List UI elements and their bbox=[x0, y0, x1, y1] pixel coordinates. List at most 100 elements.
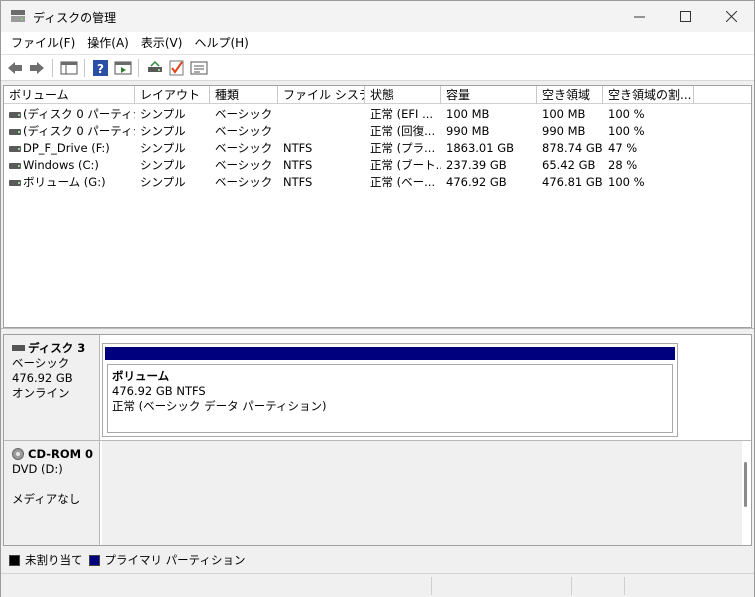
cdrom-row[interactable]: CD-ROM 0 DVD (D:) メディアなし bbox=[4, 441, 751, 545]
volume-type: ベーシック bbox=[215, 175, 273, 189]
disk-type: ベーシック bbox=[12, 356, 70, 370]
column-header-layout[interactable]: レイアウト bbox=[135, 86, 210, 104]
volume-free-space: 990 MB bbox=[542, 124, 586, 138]
legend-primary-partition: プライマリ パーティション bbox=[104, 553, 246, 567]
disk-size: 476.92 GB bbox=[12, 371, 73, 385]
vertical-scrollbar[interactable] bbox=[744, 462, 747, 507]
console-tree-icon[interactable] bbox=[60, 60, 78, 76]
toolbar-separator bbox=[52, 59, 53, 77]
cd-rom-icon bbox=[12, 448, 24, 460]
close-button[interactable] bbox=[708, 1, 754, 32]
maximize-button[interactable] bbox=[662, 1, 708, 32]
forward-arrow-icon[interactable] bbox=[28, 60, 46, 76]
cdrom-name: CD-ROM 0 bbox=[12, 447, 99, 462]
volume-type: ベーシック bbox=[215, 124, 273, 138]
menu-file[interactable]: ファイル(F) bbox=[5, 32, 81, 54]
volume-free-percent: 100 % bbox=[608, 175, 645, 189]
cdrom-name-text: CD-ROM 0 bbox=[28, 447, 94, 461]
volume-name: Windows (C:) bbox=[23, 158, 99, 172]
volume-layout: シンプル bbox=[140, 107, 186, 121]
disk-graphical-view: ディスク 3 ベーシック 476.92 GB オンライン ボリューム 476.9… bbox=[3, 334, 752, 546]
disk-management-app-icon bbox=[11, 10, 25, 22]
volume-name: (ディスク 0 パーティシ... bbox=[23, 124, 135, 138]
volume-capacity: 100 MB bbox=[446, 107, 490, 121]
volume-capacity: 476.92 GB bbox=[446, 175, 507, 189]
properties-icon[interactable] bbox=[190, 60, 208, 76]
volume-filesystem bbox=[278, 123, 365, 140]
partition-size-fs: 476.92 GB NTFS bbox=[112, 384, 206, 398]
volume-type: ベーシック bbox=[215, 107, 273, 121]
back-arrow-icon[interactable] bbox=[6, 60, 24, 76]
column-header-free-space[interactable]: 空き領域 bbox=[537, 86, 603, 104]
volume-layout: シンプル bbox=[140, 175, 186, 189]
column-header-status[interactable]: 状態 bbox=[365, 86, 441, 104]
volume-free-space: 65.42 GB bbox=[542, 158, 596, 172]
minimize-icon bbox=[633, 16, 645, 18]
title-bar[interactable]: ディスクの管理 bbox=[1, 1, 754, 32]
table-row[interactable]: (ディスク 0 パーティシ... シンプル ベーシック 正常 (EFI ... … bbox=[4, 106, 751, 123]
disk-label[interactable]: ディスク 3 ベーシック 476.92 GB オンライン bbox=[4, 335, 100, 440]
check-icon[interactable] bbox=[168, 60, 186, 76]
status-pane bbox=[571, 577, 624, 595]
cdrom-label[interactable]: CD-ROM 0 DVD (D:) メディアなし bbox=[4, 441, 100, 545]
rescan-disk-icon[interactable] bbox=[146, 60, 164, 76]
volume-free-space: 100 MB bbox=[542, 107, 586, 121]
volume-layout: シンプル bbox=[140, 158, 186, 172]
column-header-capacity[interactable]: 容量 bbox=[441, 86, 537, 104]
show-hide-icon[interactable] bbox=[114, 60, 132, 76]
volume-status: 正常 (回復... bbox=[370, 124, 436, 138]
menu-view[interactable]: 表示(V) bbox=[135, 32, 189, 54]
partition-status: 正常 (ベーシック データ パーティション) bbox=[112, 399, 327, 413]
volume-status: 正常 (ブート... bbox=[370, 158, 441, 172]
volume-list-header: ボリューム レイアウト 種類 ファイル システム 状態 容量 空き領域 空き領域… bbox=[4, 86, 751, 104]
volume-list: ボリューム レイアウト 種類 ファイル システム 状態 容量 空き領域 空き領域… bbox=[3, 85, 752, 328]
volume-capacity: 237.39 GB bbox=[446, 158, 507, 172]
volume-free-percent: 47 % bbox=[608, 141, 638, 155]
volume-layout: シンプル bbox=[140, 124, 186, 138]
disk-management-window: ディスクの管理 ファイル(F) 操作(A) 表示(V) ヘルプ(H) ? ボリュ… bbox=[0, 0, 755, 597]
help-icon[interactable]: ? bbox=[92, 60, 110, 76]
volume-capacity: 990 MB bbox=[446, 124, 490, 138]
partition-block[interactable]: ボリューム 476.92 GB NTFS 正常 (ベーシック データ パーティシ… bbox=[102, 343, 678, 437]
table-row[interactable]: (ディスク 0 パーティシ... シンプル ベーシック 正常 (回復... 99… bbox=[4, 123, 751, 140]
status-pane bbox=[624, 577, 752, 595]
column-header-filesystem[interactable]: ファイル システム bbox=[278, 86, 365, 104]
disk-status: オンライン bbox=[12, 386, 70, 400]
legend-swatch-unallocated bbox=[9, 554, 20, 566]
table-row[interactable]: DP_F_Drive (F:) シンプル ベーシック NTFS 正常 (プラ..… bbox=[4, 140, 751, 157]
primary-partition-bar bbox=[105, 347, 675, 360]
cdrom-media-area bbox=[102, 441, 742, 545]
volume-free-space: 878.74 GB bbox=[542, 141, 603, 155]
disk-name: ディスク 3 bbox=[12, 341, 99, 356]
toolbar: ? bbox=[1, 54, 754, 81]
svg-text:?: ? bbox=[97, 62, 104, 76]
minimize-button[interactable] bbox=[616, 1, 662, 32]
cdrom-drive: DVD (D:) bbox=[12, 462, 63, 476]
legend-unallocated: 未割り当て bbox=[25, 553, 83, 567]
column-header-type[interactable]: 種類 bbox=[210, 86, 278, 104]
volume-name: DP_F_Drive (F:) bbox=[23, 141, 110, 155]
volume-filesystem bbox=[278, 106, 365, 123]
toolbar-separator bbox=[138, 59, 139, 77]
maximize-icon bbox=[679, 11, 691, 22]
volume-filesystem: NTFS bbox=[283, 141, 313, 155]
toolbar-separator bbox=[84, 59, 85, 77]
volume-free-percent: 100 % bbox=[608, 124, 645, 138]
table-row[interactable]: Windows (C:) シンプル ベーシック NTFS 正常 (ブート... … bbox=[4, 157, 751, 174]
volume-status: 正常 (ベー... bbox=[370, 175, 436, 189]
menu-action[interactable]: 操作(A) bbox=[81, 32, 135, 54]
disk-row[interactable]: ディスク 3 ベーシック 476.92 GB オンライン ボリューム 476.9… bbox=[4, 335, 751, 441]
cdrom-status: メディアなし bbox=[12, 492, 81, 506]
volume-name: (ディスク 0 パーティシ... bbox=[23, 107, 135, 121]
volume-free-space: 476.81 GB bbox=[542, 175, 603, 189]
menu-help[interactable]: ヘルプ(H) bbox=[188, 32, 254, 54]
column-header-volume[interactable]: ボリューム bbox=[4, 86, 135, 104]
volume-name: ボリューム (G:) bbox=[23, 175, 106, 189]
close-icon bbox=[725, 11, 737, 22]
column-header-free-percent[interactable]: 空き領域の割... bbox=[603, 86, 694, 104]
legend: 未割り当て プライマリ パーティション bbox=[3, 548, 752, 572]
volume-type: ベーシック bbox=[215, 158, 273, 172]
disk-name-text: ディスク 3 bbox=[28, 341, 86, 355]
table-row[interactable]: ボリューム (G:) シンプル ベーシック NTFS 正常 (ベー... 476… bbox=[4, 174, 751, 191]
